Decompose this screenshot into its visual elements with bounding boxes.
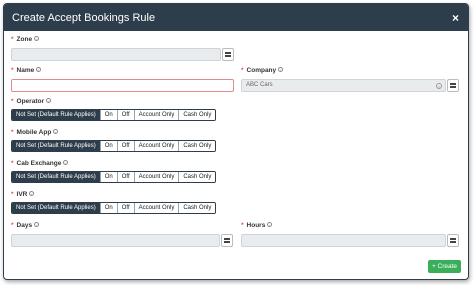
info-icon: i bbox=[34, 222, 40, 228]
days-label: * Days i bbox=[11, 222, 40, 229]
required-marker: * bbox=[11, 98, 14, 105]
cab-exchange-on-button[interactable]: On bbox=[99, 172, 117, 182]
ivr-cash-only-button[interactable]: Cash Only bbox=[178, 203, 216, 213]
company-lookup-button[interactable] bbox=[447, 79, 459, 92]
mobile-app-toggle-group: Not Set (Default Rule Applies) On Off Ac… bbox=[11, 140, 217, 152]
operator-not-set-button[interactable]: Not Set (Default Rule Applies) bbox=[12, 110, 100, 120]
info-icon: i bbox=[278, 67, 284, 73]
info-icon: i bbox=[34, 36, 40, 42]
cab-exchange-not-set-button[interactable]: Not Set (Default Rule Applies) bbox=[12, 172, 100, 182]
zone-input[interactable] bbox=[11, 48, 221, 61]
required-marker: * bbox=[241, 67, 244, 74]
mobile-app-cash-only-button[interactable]: Cash Only bbox=[178, 141, 216, 151]
cab-exchange-account-only-button[interactable]: Account Only bbox=[133, 172, 179, 182]
grid-icon bbox=[450, 83, 456, 88]
operator-label: * Operator i bbox=[11, 98, 51, 105]
operator-cash-only-button[interactable]: Cash Only bbox=[178, 110, 216, 120]
days-lookup-button[interactable] bbox=[221, 234, 233, 247]
cab-exchange-off-button[interactable]: Off bbox=[116, 172, 134, 182]
info-icon: i bbox=[45, 98, 51, 104]
grid-icon bbox=[224, 238, 230, 243]
mobile-app-label: * Mobile App i bbox=[11, 129, 59, 136]
name-input[interactable] bbox=[11, 79, 234, 92]
cab-exchange-cash-only-button[interactable]: Cash Only bbox=[178, 172, 216, 182]
company-input[interactable]: ABC Cars bbox=[241, 79, 446, 92]
info-icon: i bbox=[53, 129, 59, 135]
grid-icon bbox=[225, 52, 231, 57]
hours-lookup-button[interactable] bbox=[447, 234, 459, 247]
hours-label: * Hours i bbox=[241, 222, 273, 229]
info-icon: i bbox=[29, 191, 35, 197]
required-marker: * bbox=[11, 129, 14, 136]
clear-icon[interactable]: × bbox=[436, 83, 442, 89]
dialog: Create Accept Bookings Rule × * Zone i * Na… bbox=[3, 3, 469, 280]
ivr-account-only-button[interactable]: Account Only bbox=[133, 203, 179, 213]
hours-input[interactable] bbox=[241, 234, 446, 247]
mobile-app-off-button[interactable]: Off bbox=[116, 141, 134, 151]
operator-off-button[interactable]: Off bbox=[116, 110, 134, 120]
required-marker: * bbox=[11, 67, 14, 74]
info-icon: i bbox=[267, 222, 273, 228]
ivr-not-set-button[interactable]: Not Set (Default Rule Applies) bbox=[12, 203, 100, 213]
dialog-title: Create Accept Bookings Rule bbox=[12, 11, 156, 24]
ivr-label: * IVR i bbox=[11, 191, 35, 198]
required-marker: * bbox=[11, 222, 14, 229]
grid-icon bbox=[450, 238, 456, 243]
mobile-app-on-button[interactable]: On bbox=[99, 141, 117, 151]
required-marker: * bbox=[11, 36, 14, 43]
zone-label: * Zone i bbox=[11, 36, 40, 43]
ivr-off-button[interactable]: Off bbox=[116, 203, 134, 213]
name-label: * Name i bbox=[11, 67, 42, 74]
mobile-app-account-only-button[interactable]: Account Only bbox=[133, 141, 179, 151]
company-label: * Company i bbox=[241, 67, 284, 74]
info-icon: i bbox=[36, 67, 42, 73]
operator-account-only-button[interactable]: Account Only bbox=[133, 110, 179, 120]
required-marker: * bbox=[11, 191, 14, 198]
ivr-toggle-group: Not Set (Default Rule Applies) On Off Ac… bbox=[11, 202, 217, 214]
zone-lookup-button[interactable] bbox=[222, 48, 234, 61]
ivr-on-button[interactable]: On bbox=[99, 203, 117, 213]
operator-on-button[interactable]: On bbox=[99, 110, 117, 120]
cab-exchange-label: * Cab Exchange i bbox=[11, 160, 69, 167]
days-input[interactable] bbox=[11, 234, 220, 247]
mobile-app-not-set-button[interactable]: Not Set (Default Rule Applies) bbox=[12, 141, 100, 151]
cab-exchange-toggle-group: Not Set (Default Rule Applies) On Off Ac… bbox=[11, 171, 217, 183]
dialog-header: Create Accept Bookings Rule × bbox=[4, 4, 468, 31]
operator-toggle-group: Not Set (Default Rule Applies) On Off Ac… bbox=[11, 109, 217, 121]
create-button[interactable]: + Create bbox=[428, 260, 461, 273]
close-icon[interactable]: × bbox=[452, 11, 459, 25]
required-marker: * bbox=[241, 222, 244, 229]
required-marker: * bbox=[11, 160, 14, 167]
info-icon: i bbox=[63, 160, 69, 166]
